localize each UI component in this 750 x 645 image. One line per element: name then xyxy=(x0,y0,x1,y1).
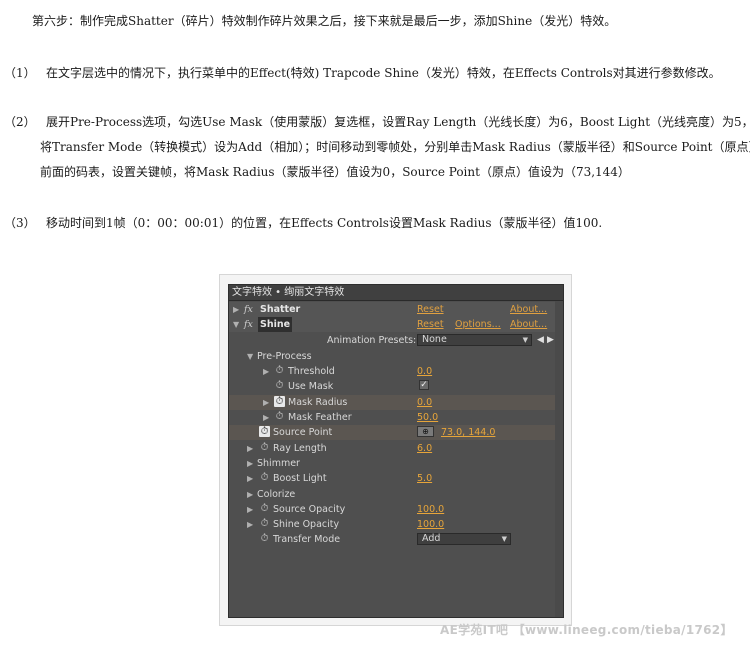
expand-arrow-icon[interactable]: ▶ xyxy=(263,395,269,410)
expand-arrow-icon[interactable]: ▶ xyxy=(263,410,269,425)
stopwatch-active-icon[interactable]: ⏱ xyxy=(259,426,270,437)
ray-length-label: Ray Length xyxy=(273,443,327,454)
ray-length-row: ▶ ⏱ Ray Length 6.0 xyxy=(229,441,563,456)
paragraph-1: 在文字层选中的情况下，执行菜单中的Effect(特效) Trapcode Shi… xyxy=(46,66,721,80)
source-opacity-row: ▶ ⏱ Source Opacity 100.0 xyxy=(229,502,563,517)
stopwatch-icon[interactable]: ⏱ xyxy=(274,380,285,391)
source-opacity-value[interactable]: 100.0 xyxy=(417,502,444,517)
threshold-label: Threshold xyxy=(288,366,335,377)
shine-reset-link[interactable]: Reset xyxy=(417,317,444,332)
panel-title: 文字特效 • 绚丽文字特效 xyxy=(229,285,563,301)
expand-arrow-icon[interactable]: ▶ xyxy=(247,517,253,532)
mask-feather-value[interactable]: 50.0 xyxy=(417,410,438,425)
threshold-value[interactable]: 0.0 xyxy=(417,364,432,379)
shine-about-link[interactable]: About... xyxy=(510,317,547,332)
shine-label: Shine xyxy=(258,317,293,332)
pre-process-label: Pre-Process xyxy=(257,351,312,362)
effect-controls-panel: 文字特效 • 绚丽文字特效 ▶ fx Shatter Reset About..… xyxy=(228,284,564,618)
expand-arrow-icon[interactable]: ▶ xyxy=(247,441,253,456)
paragraph-number-1: （1） xyxy=(4,66,36,80)
chevron-down-icon: ▼ xyxy=(522,336,528,344)
transfer-mode-label: Transfer Mode xyxy=(273,534,341,545)
stopwatch-icon[interactable]: ⏱ xyxy=(259,503,270,514)
animation-presets-row: Animation Presets: None ▼ ◀ ▶ xyxy=(229,333,563,348)
collapse-arrow-icon[interactable]: ▼ xyxy=(247,349,253,364)
stopwatch-icon[interactable]: ⏱ xyxy=(274,411,285,422)
fx-icon[interactable]: fx xyxy=(244,302,253,317)
animation-presets-dropdown[interactable]: None ▼ xyxy=(417,334,532,346)
expand-arrow-icon[interactable]: ▶ xyxy=(247,456,253,471)
watermark: AE学苑IT吧 【www.lineeg.com/tieba/1762】 xyxy=(440,623,733,637)
next-preset-icon[interactable]: ▶ xyxy=(547,333,554,348)
shine-options-link[interactable]: Options... xyxy=(455,317,501,332)
mask-radius-label: Mask Radius xyxy=(288,397,348,408)
crosshair-icon[interactable]: ⊕ xyxy=(417,426,434,437)
panel-scrollbar[interactable] xyxy=(555,301,563,617)
source-opacity-label: Source Opacity xyxy=(273,504,346,515)
stopwatch-active-icon[interactable]: ⏱ xyxy=(274,396,285,407)
stopwatch-icon[interactable]: ⏱ xyxy=(274,365,285,376)
source-point-row: ⏱ Source Point ⊕ 73.0, 144.0 xyxy=(229,425,563,440)
transfer-mode-dropdown[interactable]: Add ▼ xyxy=(417,533,511,545)
previous-preset-icon[interactable]: ◀ xyxy=(537,333,544,348)
shatter-reset-link[interactable]: Reset xyxy=(417,302,444,317)
expand-arrow-icon[interactable]: ▶ xyxy=(263,364,269,379)
expand-arrow-icon[interactable]: ▶ xyxy=(247,502,253,517)
paragraph-2-line-3: 前面的码表，设置关键帧，将Mask Radius（蒙版半径）值设为0，Sourc… xyxy=(40,165,630,179)
animation-presets-value: None xyxy=(422,334,447,345)
boost-light-value[interactable]: 5.0 xyxy=(417,471,432,486)
pre-process-group[interactable]: ▼ Pre-Process xyxy=(229,349,563,364)
use-mask-row: ⏱ Use Mask ✓ xyxy=(229,379,563,394)
mask-radius-row: ▶ ⏱ Mask Radius 0.0 xyxy=(229,395,563,410)
shimmer-group[interactable]: ▶ Shimmer xyxy=(229,456,563,471)
animation-presets-label: Animation Presets: xyxy=(327,335,417,346)
paragraph-number-2: （2） xyxy=(4,115,36,129)
shine-opacity-value[interactable]: 100.0 xyxy=(417,517,444,532)
source-point-label: Source Point xyxy=(273,427,333,438)
colorize-group[interactable]: ▶ Colorize xyxy=(229,487,563,502)
shine-opacity-row: ▶ ⏱ Shine Opacity 100.0 xyxy=(229,517,563,532)
ray-length-value[interactable]: 6.0 xyxy=(417,441,432,456)
shimmer-label: Shimmer xyxy=(257,458,300,469)
stopwatch-icon[interactable]: ⏱ xyxy=(259,533,270,544)
shine-opacity-label: Shine Opacity xyxy=(273,519,340,530)
stopwatch-icon[interactable]: ⏱ xyxy=(259,518,270,529)
expand-arrow-icon[interactable]: ▶ xyxy=(247,471,253,486)
transfer-mode-value: Add xyxy=(422,533,441,544)
shine-effect-row[interactable]: ▼ fx Shine Reset Options... About... xyxy=(229,317,563,332)
mask-radius-value[interactable]: 0.0 xyxy=(417,395,432,410)
paragraph-2-line-1: 展开Pre-Process选项，勾选Use Mask（使用蒙版）复选框，设置Ra… xyxy=(46,115,750,129)
transfer-mode-row: ⏱ Transfer Mode Add ▼ xyxy=(229,532,563,547)
paragraph-3: 移动时间到1帧（0：00：00:01）的位置，在Effects Controls… xyxy=(46,216,603,230)
shatter-about-link[interactable]: About... xyxy=(510,302,547,317)
expand-arrow-icon[interactable]: ▶ xyxy=(247,487,253,502)
colorize-label: Colorize xyxy=(257,489,296,500)
use-mask-label: Use Mask xyxy=(288,381,334,392)
use-mask-checkbox[interactable]: ✓ xyxy=(419,380,429,390)
shatter-label: Shatter xyxy=(260,304,301,315)
stopwatch-icon[interactable]: ⏱ xyxy=(259,442,270,453)
fx-icon[interactable]: fx xyxy=(244,317,253,332)
step-title: 第六步：制作完成Shatter（碎片）特效制作碎片效果之后，接下来就是最后一步，… xyxy=(32,14,617,28)
expand-arrow-icon[interactable]: ▶ xyxy=(233,302,239,317)
boost-light-label: Boost Light xyxy=(273,473,327,484)
stopwatch-icon[interactable]: ⏱ xyxy=(259,472,270,483)
paragraph-2-line-2: 将Transfer Mode（转换模式）设为Add（相加）；时间移动到零帧处，分… xyxy=(40,140,750,154)
mask-feather-row: ▶ ⏱ Mask Feather 50.0 xyxy=(229,410,563,425)
boost-light-row: ▶ ⏱ Boost Light 5.0 xyxy=(229,471,563,486)
threshold-row: ▶ ⏱ Threshold 0.0 xyxy=(229,364,563,379)
source-point-value[interactable]: 73.0, 144.0 xyxy=(441,425,495,440)
paragraph-number-3: （3） xyxy=(4,216,36,230)
mask-feather-label: Mask Feather xyxy=(288,412,352,423)
collapse-arrow-icon[interactable]: ▼ xyxy=(233,317,239,332)
shatter-effect-row[interactable]: ▶ fx Shatter Reset About... xyxy=(229,302,563,317)
chevron-down-icon: ▼ xyxy=(501,535,507,543)
